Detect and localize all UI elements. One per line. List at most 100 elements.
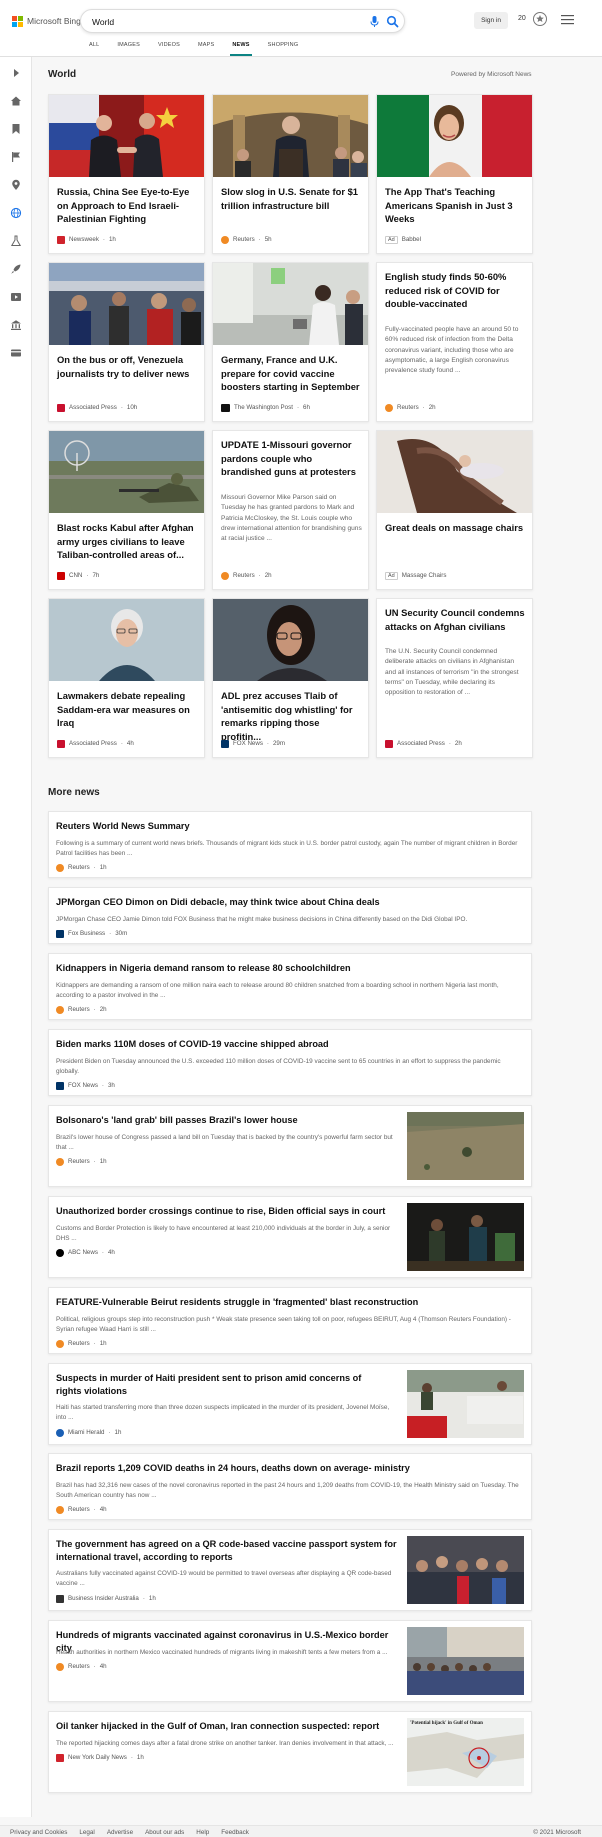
news-card[interactable]: English study finds 50-60% reduced risk … bbox=[376, 262, 533, 422]
news-card[interactable]: UPDATE 1-Missouri governor pardons coupl… bbox=[212, 430, 369, 590]
tab-shopping[interactable]: SHOPPING bbox=[259, 40, 308, 56]
video-icon[interactable] bbox=[10, 291, 22, 303]
footer-link-help[interactable]: Help bbox=[196, 1829, 209, 1836]
news-list-item[interactable]: Hundreds of migrants vaccinated against … bbox=[48, 1620, 532, 1702]
science-icon[interactable] bbox=[10, 235, 22, 247]
news-card[interactable]: On the bus or off, Venezuela journalists… bbox=[48, 262, 205, 422]
bing-logo[interactable]: Microsoft Bing bbox=[12, 15, 81, 27]
news-item-source: Reuters · 1h bbox=[56, 863, 107, 872]
footer-link-about-ads[interactable]: About our ads bbox=[145, 1829, 184, 1836]
ad-card[interactable]: Great deals on massage chairs Ad Massage… bbox=[376, 430, 533, 590]
news-card[interactable]: Germany, France and U.K. prepare for cov… bbox=[212, 262, 369, 422]
globe-icon[interactable] bbox=[10, 207, 22, 219]
news-list-item[interactable]: Suspects in murder of Haiti president se… bbox=[48, 1363, 532, 1445]
news-list-item[interactable]: Reuters World News Summary Following is … bbox=[48, 811, 532, 878]
home-icon[interactable] bbox=[10, 95, 22, 107]
source-name: Reuters bbox=[68, 1506, 90, 1513]
ap-logo-icon bbox=[57, 739, 65, 748]
footer-link-feedback[interactable]: Feedback bbox=[221, 1829, 249, 1836]
news-list-item[interactable]: Unauthorized border crossings continue t… bbox=[48, 1196, 532, 1278]
news-item-title[interactable]: Brazil reports 1,209 COVID deaths in 24 … bbox=[56, 1462, 410, 1475]
card-title[interactable]: Slow slog in U.S. Senate for $1 trillion… bbox=[221, 185, 362, 212]
card-source: CNN · 7h bbox=[57, 571, 99, 580]
news-item-title[interactable]: Bolsonaro's 'land grab' bill passes Braz… bbox=[56, 1114, 396, 1127]
news-list-item[interactable]: Kidnappers in Nigeria demand ransom to r… bbox=[48, 953, 532, 1020]
card-title[interactable]: UN Security Council condemns attacks on … bbox=[385, 606, 526, 633]
card-title[interactable]: Russia, China See Eye-to-Eye on Approach… bbox=[57, 185, 198, 226]
news-item-snippet: The reported hijacking comes days after … bbox=[56, 1740, 394, 1747]
news-item-title[interactable]: The government has agreed on a QR code-b… bbox=[56, 1538, 401, 1564]
search-box[interactable] bbox=[80, 9, 405, 33]
news-list-item[interactable]: Oil tanker hijacked in the Gulf of Oman,… bbox=[48, 1711, 532, 1793]
bank-icon[interactable] bbox=[10, 319, 22, 331]
reuters-logo-icon bbox=[56, 1339, 64, 1348]
news-item-snippet: Australians fully vaccinated against COV… bbox=[56, 1570, 392, 1587]
news-item-title[interactable]: Oil tanker hijacked in the Gulf of Oman,… bbox=[56, 1720, 401, 1733]
card-title[interactable]: The App That's Teaching Americans Spanis… bbox=[385, 185, 526, 226]
news-card[interactable]: Lawmakers debate repealing Saddam-era wa… bbox=[48, 598, 205, 758]
card-title[interactable]: ADL prez accuses Tlaib of 'antisemitic d… bbox=[221, 689, 362, 743]
news-list-item[interactable]: Brazil reports 1,209 COVID deaths in 24 … bbox=[48, 1453, 532, 1520]
source-name: Reuters bbox=[68, 1663, 90, 1670]
footer-link-privacy[interactable]: Privacy and Cookies bbox=[10, 1829, 67, 1836]
news-item-title[interactable]: Reuters World News Summary bbox=[56, 820, 190, 833]
rocket-icon[interactable] bbox=[10, 263, 22, 275]
tab-news[interactable]: NEWS bbox=[223, 40, 258, 56]
card-title[interactable]: English study finds 50-60% reduced risk … bbox=[385, 270, 526, 311]
news-item-title[interactable]: Suspects in murder of Haiti president se… bbox=[56, 1372, 386, 1398]
location-pin-icon[interactable] bbox=[10, 179, 22, 191]
news-list-item[interactable]: Biden marks 110M doses of COVID-19 vacci… bbox=[48, 1029, 532, 1096]
news-list-item[interactable]: Bolsonaro's 'land grab' bill passes Braz… bbox=[48, 1105, 532, 1187]
source-name: Miami Herald bbox=[68, 1429, 105, 1436]
rewards-medal-icon[interactable] bbox=[532, 11, 548, 27]
news-card[interactable]: Blast rocks Kabul after Afghan army urge… bbox=[48, 430, 205, 590]
news-item-title[interactable]: FEATURE-Vulnerable Beirut residents stru… bbox=[56, 1296, 418, 1309]
news-card[interactable]: Russia, China See Eye-to-Eye on Approach… bbox=[48, 94, 205, 254]
search-input[interactable] bbox=[92, 15, 322, 28]
microphone-icon[interactable] bbox=[368, 15, 381, 28]
news-thumbnail bbox=[407, 1627, 524, 1695]
tab-videos[interactable]: VIDEOS bbox=[149, 40, 189, 56]
card-title[interactable]: Blast rocks Kabul after Afghan army urge… bbox=[57, 521, 198, 562]
card-source: Associated Press · 2h bbox=[385, 739, 462, 748]
time-ago: 30m bbox=[115, 930, 128, 937]
sign-in-button[interactable]: Sign in bbox=[474, 12, 508, 29]
card-title[interactable]: Great deals on massage chairs bbox=[385, 521, 526, 535]
expand-arrow-icon[interactable] bbox=[10, 67, 22, 79]
card-title[interactable]: Lawmakers debate repealing Saddam-era wa… bbox=[57, 689, 198, 730]
source-name: New York Daily News bbox=[68, 1754, 127, 1761]
card-title[interactable]: UPDATE 1-Missouri governor pardons coupl… bbox=[221, 438, 362, 479]
time-ago: 7h bbox=[92, 572, 100, 579]
rewards-points[interactable]: 20 bbox=[518, 15, 526, 22]
time-ago: 2h bbox=[428, 404, 436, 411]
hamburger-menu-icon[interactable] bbox=[561, 14, 574, 25]
footer-link-legal[interactable]: Legal bbox=[79, 1829, 94, 1836]
tab-images[interactable]: IMAGES bbox=[108, 40, 149, 56]
abc-news-logo-icon bbox=[56, 1248, 64, 1257]
news-item-title[interactable]: Biden marks 110M doses of COVID-19 vacci… bbox=[56, 1038, 329, 1051]
news-item-title[interactable]: Unauthorized border crossings continue t… bbox=[56, 1205, 396, 1218]
source-name: ABC News bbox=[68, 1249, 98, 1256]
card-title[interactable]: Germany, France and U.K. prepare for cov… bbox=[221, 353, 362, 394]
news-card[interactable]: ADL prez accuses Tlaib of 'antisemitic d… bbox=[212, 598, 369, 758]
footer-link-advertise[interactable]: Advertise bbox=[107, 1829, 133, 1836]
flag-icon[interactable] bbox=[10, 151, 22, 163]
news-item-title[interactable]: Kidnappers in Nigeria demand ransom to r… bbox=[56, 962, 351, 975]
tab-maps[interactable]: MAPS bbox=[189, 40, 223, 56]
ad-card[interactable]: The App That's Teaching Americans Spanis… bbox=[376, 94, 533, 254]
news-list-item[interactable]: The government has agreed on a QR code-b… bbox=[48, 1529, 532, 1611]
news-list-item[interactable]: JPMorgan CEO Dimon on Didi debacle, may … bbox=[48, 887, 532, 944]
source-name: CNN bbox=[69, 572, 83, 579]
logo-text: Microsoft Bing bbox=[27, 16, 81, 26]
credit-card-icon[interactable] bbox=[10, 347, 22, 359]
headlines-icon[interactable] bbox=[10, 123, 22, 135]
powered-by[interactable]: Powered by Microsoft News bbox=[451, 71, 532, 78]
search-icon[interactable] bbox=[386, 15, 399, 28]
news-list-item[interactable]: FEATURE-Vulnerable Beirut residents stru… bbox=[48, 1287, 532, 1354]
time-ago: 2h bbox=[264, 572, 272, 579]
news-card[interactable]: UN Security Council condemns attacks on … bbox=[376, 598, 533, 758]
tab-all[interactable]: ALL bbox=[80, 40, 108, 56]
card-title[interactable]: On the bus or off, Venezuela journalists… bbox=[57, 353, 198, 380]
news-card[interactable]: Slow slog in U.S. Senate for $1 trillion… bbox=[212, 94, 369, 254]
news-item-title[interactable]: JPMorgan CEO Dimon on Didi debacle, may … bbox=[56, 896, 380, 909]
